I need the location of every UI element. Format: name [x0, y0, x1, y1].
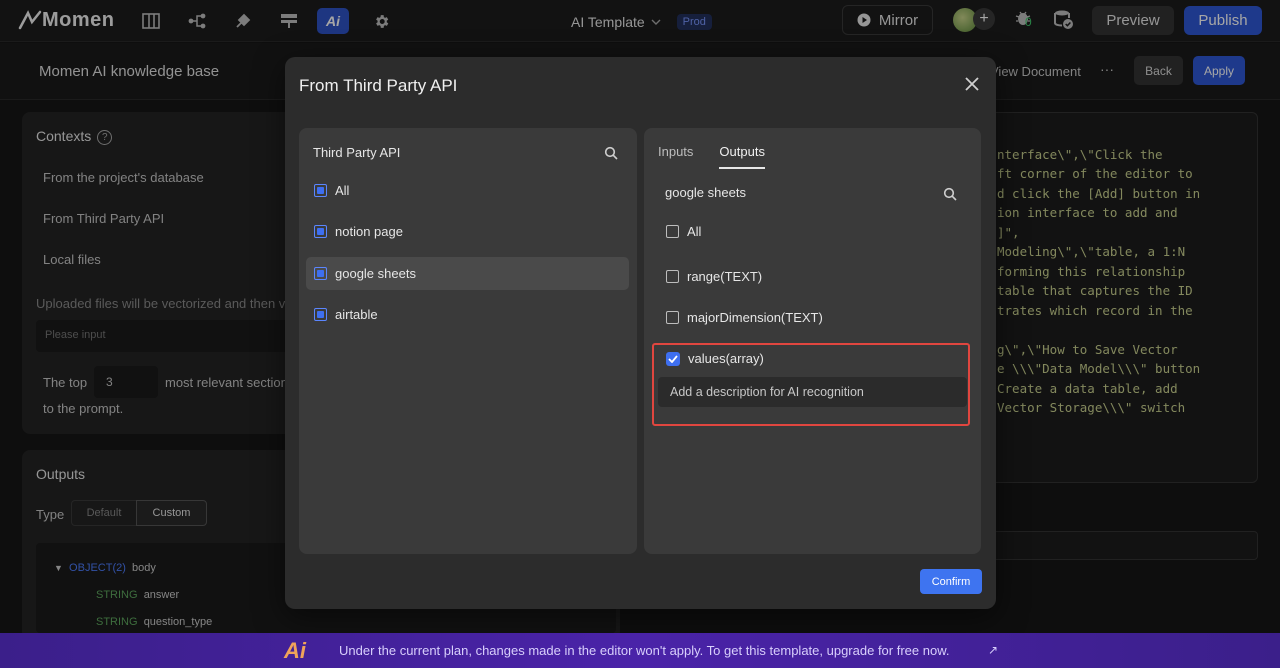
- upgrade-banner[interactable]: Ai Under the current plan, changes made …: [0, 633, 1280, 668]
- api-item-label: All: [335, 183, 350, 198]
- checkbox-checked[interactable]: [666, 351, 680, 366]
- field-item-major-dimension[interactable]: majorDimension(TEXT): [666, 310, 823, 325]
- checkbox[interactable]: [314, 225, 327, 238]
- third-party-api-modal: From Third Party API Third Party API All…: [285, 57, 996, 609]
- check-icon: [668, 354, 678, 363]
- close-icon[interactable]: [962, 74, 982, 94]
- api-list-column: Third Party API All notion page google s…: [299, 128, 637, 554]
- field-search-input[interactable]: google sheets: [665, 185, 746, 200]
- tab-inputs[interactable]: Inputs: [658, 144, 693, 169]
- confirm-button[interactable]: Confirm: [920, 569, 982, 594]
- upgrade-message[interactable]: Under the current plan, changes made in …: [339, 643, 949, 658]
- field-label: range(TEXT): [687, 269, 763, 284]
- modal-title: From Third Party API: [299, 76, 458, 95]
- checkbox[interactable]: [314, 308, 327, 321]
- ai-description-input[interactable]: Add a description for AI recognition: [658, 377, 967, 407]
- checkbox[interactable]: [314, 184, 327, 197]
- api-item-all[interactable]: All: [306, 174, 629, 207]
- api-item-notion-page[interactable]: notion page: [306, 215, 629, 248]
- field-item-range[interactable]: range(TEXT): [666, 269, 762, 284]
- field-label: values(array): [688, 351, 764, 366]
- api-item-label: notion page: [335, 224, 403, 239]
- field-label: All: [687, 224, 702, 239]
- field-tabs: Inputs Outputs: [658, 144, 765, 169]
- ai-logo: Ai: [284, 638, 306, 663]
- field-item-values[interactable]: values(array): [666, 351, 764, 366]
- search-icon[interactable]: [604, 146, 618, 160]
- search-icon[interactable]: [943, 187, 957, 201]
- field-label: majorDimension(TEXT): [687, 310, 823, 325]
- api-item-label: airtable: [335, 307, 378, 322]
- api-item-label: google sheets: [335, 266, 416, 281]
- field-item-all[interactable]: All: [666, 224, 701, 239]
- external-link-icon[interactable]: ↗: [988, 643, 998, 657]
- api-fields-column: Inputs Outputs google sheets All range(T…: [644, 128, 981, 554]
- api-list-header: Third Party API: [313, 145, 401, 160]
- checkbox[interactable]: [666, 225, 679, 238]
- checkbox[interactable]: [314, 267, 327, 280]
- tab-outputs[interactable]: Outputs: [719, 144, 765, 169]
- checkbox[interactable]: [666, 311, 679, 324]
- api-item-airtable[interactable]: airtable: [306, 298, 629, 331]
- checkbox[interactable]: [666, 270, 679, 283]
- api-item-google-sheets[interactable]: google sheets: [306, 257, 629, 290]
